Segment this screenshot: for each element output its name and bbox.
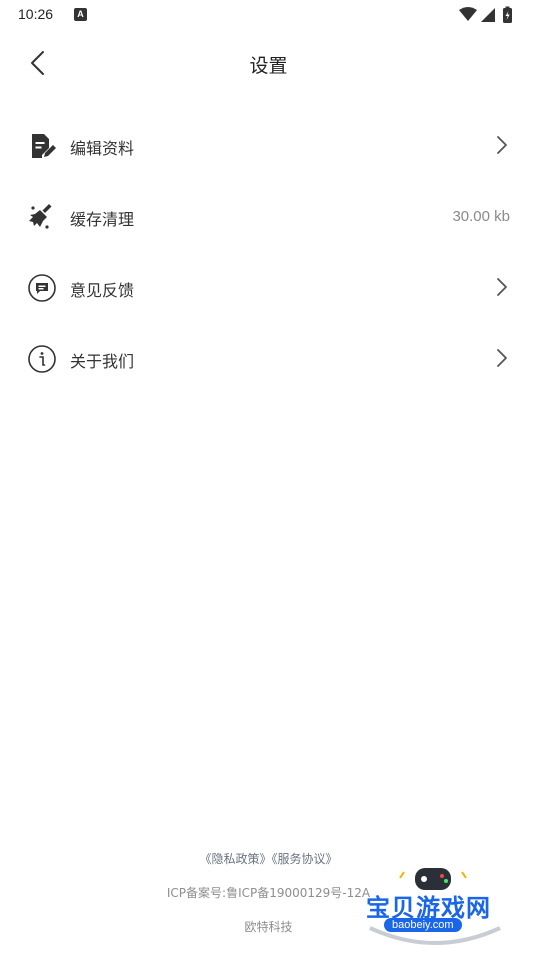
battery-icon (503, 6, 512, 23)
chevron-right-icon (494, 347, 510, 369)
settings-row-clear-cache[interactable]: 缓存清理 30.00 kb (0, 181, 537, 252)
broom-icon (27, 202, 57, 232)
status-bar: 10:26 A (0, 0, 537, 32)
settings-row-label: 关于我们 (70, 352, 135, 371)
settings-row-edit-profile[interactable]: 编辑资料 (0, 110, 537, 181)
watermark-url: baobeiy.com (384, 918, 462, 932)
status-time: 10:26 (18, 6, 54, 22)
watermark-logo: 宝贝游戏网 baobeiy.com (360, 858, 510, 953)
settings-row-label: 缓存清理 (70, 210, 135, 229)
privacy-policy-link[interactable]: 《隐私政策》 (199, 852, 271, 866)
chevron-right-icon (494, 276, 510, 298)
edit-document-icon (27, 131, 57, 161)
settings-list: 编辑资料 缓存清理 30.00 kb 意见反馈 关于我们 (0, 110, 537, 394)
message-icon (27, 273, 57, 303)
terms-of-service-link[interactable]: 《服务协议》 (272, 852, 338, 866)
chevron-right-icon (494, 134, 510, 156)
wifi-icon (459, 7, 477, 21)
signal-icon (481, 8, 495, 22)
settings-row-label: 意见反馈 (70, 281, 135, 300)
status-indicators (457, 6, 519, 24)
settings-row-label: 编辑资料 (70, 139, 135, 158)
info-icon (27, 344, 57, 374)
notification-a-icon: A (74, 8, 87, 21)
page-title: 设置 (249, 55, 288, 77)
navigation-bar: 设置 (0, 38, 537, 90)
settings-row-feedback[interactable]: 意见反馈 (0, 252, 537, 323)
settings-row-about[interactable]: 关于我们 (0, 323, 537, 394)
notification-a-letter: A (77, 9, 84, 19)
cache-size-value: 30.00 kb (452, 208, 510, 225)
